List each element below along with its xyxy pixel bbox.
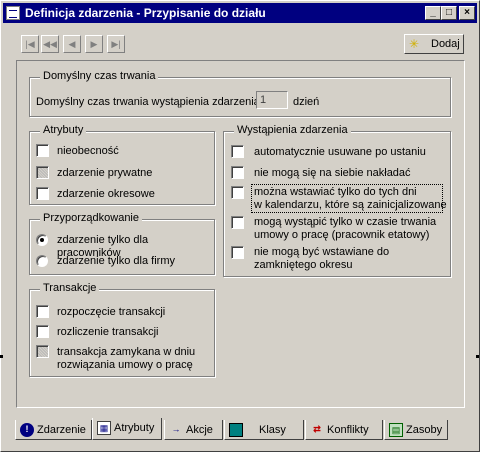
app-icon xyxy=(6,6,20,20)
actions-icon: → xyxy=(171,424,181,434)
duration-legend: Domyślny czas trwania xyxy=(40,70,159,82)
initialized-days-checkbox[interactable] xyxy=(231,186,244,199)
initialized-days-label-line1: można wstawiać tylko do tych dni xyxy=(254,186,417,198)
prev-page-icon[interactable]: ◀◀ xyxy=(41,35,59,53)
prev-record-icon[interactable]: ◀ xyxy=(63,35,81,53)
tab-konflikty-label: Konflikty xyxy=(327,424,369,436)
attributes-legend: Atrybuty xyxy=(40,124,87,136)
duration-label: Domyślny czas trwania wystąpienia zdarze… xyxy=(36,96,263,108)
classes-icon xyxy=(229,423,243,437)
duration-group: Domyślny czas trwania Domyślny czas trwa… xyxy=(29,70,451,117)
tab-konflikty[interactable]: ⇄ Konflikty xyxy=(305,420,383,440)
private-event-checkbox xyxy=(36,166,49,179)
closed-period-label-line2: zamkniętego okresu xyxy=(254,259,353,271)
tab-klasy[interactable]: Klasy xyxy=(224,420,304,440)
attributes-group: Atrybuty nieobecność zdarzenie prywatne … xyxy=(29,124,215,205)
tab-strip: ! Zdarzenie ▦ Atrybuty → Akcje Klasy ⇄ K… xyxy=(15,418,467,440)
company-only-label: zdarzenie tylko dla firmy xyxy=(57,255,175,267)
initialized-days-label-line2: w kalendarzu, które są zainicjalizowane xyxy=(254,199,447,211)
title-bar: Definicja zdarzenia - Przypisanie do dzi… xyxy=(3,3,477,23)
periodic-event-label: zdarzenie okresowe xyxy=(57,188,155,200)
absence-label: nieobecność xyxy=(57,145,119,157)
attributes-panel: Domyślny czas trwania Domyślny czas trwa… xyxy=(16,60,465,408)
conflicts-icon: ⇄ xyxy=(313,424,321,434)
no-overlap-checkbox[interactable] xyxy=(231,166,244,179)
assignment-legend: Przyporządkowanie xyxy=(40,212,142,224)
tab-atrybuty-label: Atrybuty xyxy=(114,422,155,434)
tab-zdarzenie-label: Zdarzenie xyxy=(37,424,86,436)
tab-zasoby[interactable]: ▤ Zasoby xyxy=(384,420,448,440)
transaction-close-label-line1: transakcja zamykana w dniu xyxy=(57,346,196,358)
auto-remove-label: automatycznie usuwane po ustaniu xyxy=(254,146,426,158)
minimize-button[interactable]: _ xyxy=(425,6,441,20)
occurrences-legend: Wystąpienia zdarzenia xyxy=(234,124,351,136)
first-record-icon[interactable]: |◀ xyxy=(21,35,39,53)
closed-period-label-line1: nie mogą być wstawiane do xyxy=(254,246,390,258)
left-edge-grip xyxy=(0,355,3,358)
close-button[interactable]: × xyxy=(459,6,475,20)
maximize-button[interactable]: □ xyxy=(441,6,457,20)
transactions-group: Transakcje rozpoczęcie transakcji rozlic… xyxy=(29,282,215,377)
transaction-settlement-label: rozliczenie transakcji xyxy=(57,326,159,338)
assignment-group: Przyporządkowanie zdarzenie tylko dla pr… xyxy=(29,212,215,275)
transaction-start-label: rozpoczęcie transakcji xyxy=(57,306,166,318)
contract-period-label-line1: mogą wystąpić tylko w czasie trwania xyxy=(254,216,437,228)
resources-icon: ▤ xyxy=(389,423,403,437)
transaction-settlement-checkbox[interactable] xyxy=(36,325,49,338)
periodic-event-checkbox[interactable] xyxy=(36,187,49,200)
contract-period-label-line2: umowy o pracę (pracownik etatowy) xyxy=(254,229,430,241)
tab-zdarzenie[interactable]: ! Zdarzenie xyxy=(15,420,92,440)
transaction-close-label-line2: rozwiązania umowy o pracę xyxy=(57,359,193,371)
info-icon: ! xyxy=(20,423,34,437)
dialog-window: Definicja zdarzenia - Przypisanie do dzi… xyxy=(0,0,480,452)
tab-klasy-label: Klasy xyxy=(259,424,286,436)
private-event-label: zdarzenie prywatne xyxy=(57,167,153,179)
transaction-start-checkbox[interactable] xyxy=(36,305,49,318)
transactions-legend: Transakcje xyxy=(40,282,100,294)
occurrences-group: Wystąpienia zdarzenia automatycznie usuw… xyxy=(223,124,451,277)
no-overlap-label: nie mogą się na siebie nakładać xyxy=(254,167,411,179)
transaction-close-checkbox xyxy=(36,345,49,358)
tab-atrybuty[interactable]: ▦ Atrybuty xyxy=(92,418,162,440)
employees-only-radio[interactable] xyxy=(36,234,48,246)
right-edge-grip xyxy=(476,355,479,358)
auto-remove-checkbox[interactable] xyxy=(231,145,244,158)
contract-period-checkbox[interactable] xyxy=(231,216,244,229)
attributes-icon: ▦ xyxy=(97,421,111,435)
window-title: Definicja zdarzenia - Przypisanie do dzi… xyxy=(25,6,266,20)
duration-input[interactable]: 1 xyxy=(256,91,288,109)
last-record-icon[interactable]: ▶| xyxy=(107,35,125,53)
star-icon: ✳ xyxy=(409,37,420,51)
next-record-icon[interactable]: ▶ xyxy=(85,35,103,53)
tab-akcje[interactable]: → Akcje xyxy=(164,420,223,440)
tab-akcje-label: Akcje xyxy=(186,424,213,436)
tab-zasoby-label: Zasoby xyxy=(406,424,443,436)
duration-unit: dzień xyxy=(293,96,320,108)
add-button-label: Dodaj xyxy=(431,38,460,50)
add-button[interactable]: ✳ Dodaj xyxy=(404,34,464,54)
company-only-radio[interactable] xyxy=(36,255,48,267)
closed-period-checkbox[interactable] xyxy=(231,246,244,259)
absence-checkbox[interactable] xyxy=(36,144,49,157)
